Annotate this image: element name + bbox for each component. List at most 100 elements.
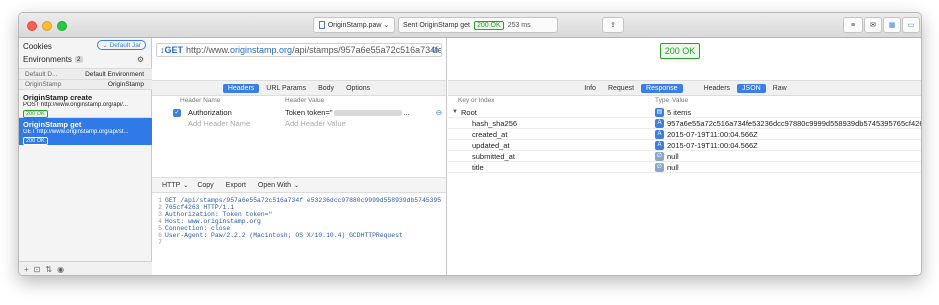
environment-select[interactable]: Default Environment: [85, 71, 144, 78]
header-value-text: Token token=": [285, 108, 333, 117]
line-number: 6: [158, 232, 162, 239]
response-status-badge: 200 OK: [660, 43, 700, 59]
code-line: Connection: close: [165, 225, 231, 232]
subtab-raw[interactable]: Raw: [768, 84, 792, 93]
tab-http[interactable]: HTTP: [157, 181, 185, 190]
default-jar-button[interactable]: ⌄ Default Jar: [97, 40, 146, 50]
remove-header-icon[interactable]: ⊖: [436, 108, 442, 117]
chevron-down-icon: ⌄: [102, 42, 108, 49]
tab-options[interactable]: Options: [341, 84, 375, 93]
add-icon[interactable]: +: [24, 265, 29, 274]
request-list-item[interactable]: OriginStamp get GET http://www.originstam…: [19, 118, 152, 145]
add-header-name-field[interactable]: Add Header Name: [188, 119, 250, 128]
json-key: hash_sha256: [472, 118, 518, 128]
document-tab[interactable]: OriginStamp.paw ⌄: [313, 17, 395, 33]
redacted-token: [333, 109, 402, 116]
gear-icon[interactable]: ⚙: [137, 55, 144, 64]
split-view-button[interactable]: ▦: [883, 17, 901, 33]
type-column: Type: [655, 97, 670, 104]
request-list-item[interactable]: OriginStamp create POST http://www.origin…: [19, 91, 152, 118]
json-row[interactable]: title ∅ null: [448, 162, 921, 173]
code-line: Authorization: Token token=": [165, 211, 273, 218]
object-type-icon: ▤: [655, 107, 664, 117]
tab-request[interactable]: Request: [603, 84, 639, 93]
cookies-row: Cookies ⌄ Default Jar: [19, 40, 152, 52]
code-line: Host: www.originstamp.org: [165, 218, 261, 225]
value-column: Value: [672, 97, 689, 104]
zoom-window-button[interactable]: [57, 21, 67, 31]
tab-url-params[interactable]: URL Params: [261, 84, 311, 93]
filter-icon[interactable]: ◉: [57, 265, 64, 274]
line-number: 2: [158, 204, 162, 211]
disclosure-triangle-icon[interactable]: ▼: [452, 109, 458, 115]
json-value: 2015-07-19T11:00:04.566Z: [667, 129, 758, 139]
json-value-cell: A 2015-07-19T11:00:04.566Z: [655, 140, 758, 150]
cookies-label: Cookies: [23, 41, 52, 51]
url-options-icon[interactable]: ⊛: [431, 45, 439, 56]
json-value-cell: ∅ null: [655, 151, 679, 161]
json-row[interactable]: created_at A 2015-07-19T11:00:04.566Z: [448, 129, 921, 140]
json-root-row[interactable]: ▼ Root ▤ 5 items: [448, 107, 921, 118]
json-key: title: [472, 162, 484, 172]
line-number: 1: [158, 197, 162, 204]
json-row[interactable]: updated_at A 2015-07-19T11:00:04.566Z: [448, 140, 921, 151]
panel-toggle-button[interactable]: ▭: [902, 17, 920, 33]
null-type-icon: ∅: [655, 151, 664, 161]
tab-response[interactable]: Response: [641, 83, 683, 93]
headers-column-header: Header Name Header Value: [152, 97, 446, 106]
environment-select[interactable]: OriginStamp: [108, 81, 144, 88]
layout-toggle-button[interactable]: ≡: [843, 17, 863, 33]
json-value: 2015-07-19T11:00:04.566Z: [667, 140, 758, 150]
env-count-badge[interactable]: 2: [74, 55, 83, 63]
tab-open-with[interactable]: Open With: [253, 181, 296, 190]
json-row[interactable]: hash_sha256 A 957a6e55a72c516a734fe53236dc…: [448, 118, 921, 129]
environment-domain-row[interactable]: OriginStamp OriginStamp: [19, 79, 152, 90]
request-status-badge: 200 OK: [23, 137, 48, 145]
line-number: 5: [158, 225, 162, 232]
line-number-gutter: 1234567: [154, 197, 162, 246]
environment-domain-row[interactable]: Default D... Default Environment: [19, 68, 152, 79]
url-bar[interactable]: ↕GET http://www. originstamp.org /api/st…: [156, 43, 442, 57]
string-type-icon: A: [655, 140, 664, 150]
code-line: User-Agent: Paw/2.2.2 (Macintosh; OS X/1…: [165, 232, 403, 239]
line-number: 7: [158, 239, 162, 246]
header-enabled-checkbox[interactable]: ✓: [173, 108, 181, 117]
title-bar: OriginStamp.paw ⌄ Sent OriginStamp get 2…: [19, 13, 921, 38]
json-row[interactable]: submitted_at ∅ null: [448, 151, 921, 162]
json-key: updated_at: [472, 140, 510, 150]
comment-icon: ✉: [870, 22, 876, 29]
subtab-json[interactable]: JSON: [737, 83, 766, 93]
method-select[interactable]: ↕GET: [160, 45, 183, 55]
json-value: null: [667, 151, 679, 161]
header-row[interactable]: ✓ Authorization Token token=" ... ⊖: [152, 107, 446, 118]
sidebar-footer: + ⊡ ⇅ ◉: [19, 261, 152, 275]
tab-headers[interactable]: Headers: [222, 83, 260, 93]
tab-info[interactable]: Info: [579, 84, 601, 93]
subtab-headers[interactable]: Headers: [699, 84, 735, 93]
share-button[interactable]: ⇪: [602, 17, 624, 33]
key-column: Key or Index: [458, 97, 495, 104]
comment-button[interactable]: ✉: [864, 17, 882, 33]
domain-label: Default D...: [25, 70, 58, 78]
tab-copy[interactable]: Copy: [192, 181, 218, 190]
close-window-button[interactable]: [27, 21, 37, 31]
header-value-field[interactable]: Token token=" ...: [285, 108, 410, 117]
folder-icon[interactable]: ⊡: [34, 265, 41, 274]
environments-label: Environments: [23, 54, 72, 64]
share-icon: ⇪: [610, 22, 616, 29]
string-type-icon: A: [655, 118, 664, 128]
header-name-column: Header Name: [180, 97, 221, 104]
add-header-row[interactable]: Add Header Name Add Header Value: [152, 118, 446, 129]
add-header-value-field[interactable]: Add Header Value: [285, 119, 346, 128]
request-status-badge: 200 OK: [23, 110, 48, 118]
document-tab-label: OriginStamp.paw: [327, 21, 382, 29]
tab-body[interactable]: Body: [313, 84, 339, 93]
tab-export[interactable]: Export: [221, 181, 251, 190]
split-view-icon: ▦: [888, 22, 896, 29]
sort-icon[interactable]: ⇅: [45, 265, 52, 274]
code-tab-bar: HTTP ⌄ Copy Export Open With ⌄: [152, 177, 446, 193]
minimize-window-button[interactable]: [42, 21, 52, 31]
status-field: Sent OriginStamp get 200 OK 253 ms: [398, 17, 558, 33]
json-value-cell: A 957a6e55a72c516a734fe53236dcc97880c9999…: [655, 118, 921, 128]
header-name-field[interactable]: Authorization: [188, 108, 232, 117]
